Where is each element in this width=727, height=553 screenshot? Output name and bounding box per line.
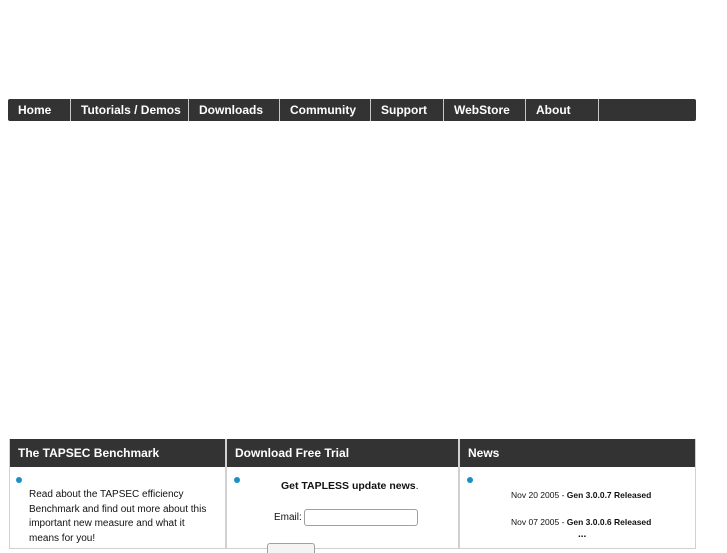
bullet-icon	[234, 477, 240, 483]
benchmark-description[interactable]: Read about the TAPSEC efficiency Benchma…	[29, 488, 214, 546]
email-input[interactable]	[304, 509, 418, 526]
news-item[interactable]: Nov 20 2005 - Gen 3.0.0.7 Released	[511, 490, 651, 500]
nav-filler	[599, 99, 696, 121]
bullet-icon	[467, 477, 473, 483]
nav-tutorials-demos[interactable]: Tutorials / Demos	[71, 99, 189, 121]
feature-panels: The TAPSEC Benchmark Read about the TAPS…	[9, 439, 696, 553]
newsletter-heading-tail: .	[415, 480, 419, 492]
news-item[interactable]: Nov 07 2005 - Gen 3.0.0.6 Released	[511, 517, 651, 527]
news-item-headline: Gen 3.0.0.7 Released	[566, 490, 652, 500]
bullet-icon	[16, 477, 22, 483]
news-item-date: Nov 07 2005 -	[511, 517, 567, 527]
nav-downloads[interactable]: Downloads	[189, 99, 280, 121]
download-trial-panel: Download Free Trial Get TAPLESS update n…	[226, 439, 459, 553]
benchmark-panel: The TAPSEC Benchmark Read about the TAPS…	[9, 439, 226, 549]
download-trial-panel-title: Download Free Trial	[227, 439, 458, 467]
nav-home[interactable]: Home	[8, 99, 71, 121]
nav-webstore[interactable]: WebStore	[444, 99, 526, 121]
nav-community[interactable]: Community	[280, 99, 371, 121]
newsletter-heading: Get TAPLESS update news.	[281, 480, 419, 492]
news-item-headline: Gen 3.0.0.6 Released	[566, 517, 652, 527]
news-more[interactable]: ...	[578, 529, 586, 540]
email-label: Email:	[274, 512, 302, 523]
news-panel: News Nov 20 2005 - Gen 3.0.0.7 Released …	[459, 439, 696, 549]
main-nav: Home Tutorials / Demos Downloads Communi…	[8, 99, 696, 121]
nav-support[interactable]: Support	[371, 99, 444, 121]
benchmark-panel-title: The TAPSEC Benchmark	[10, 439, 225, 467]
news-item-date: Nov 20 2005 -	[511, 490, 567, 500]
nav-about[interactable]: About	[526, 99, 599, 121]
newsletter-heading-bold: Get TAPLESS update news	[281, 480, 416, 492]
news-panel-title: News	[460, 439, 695, 467]
